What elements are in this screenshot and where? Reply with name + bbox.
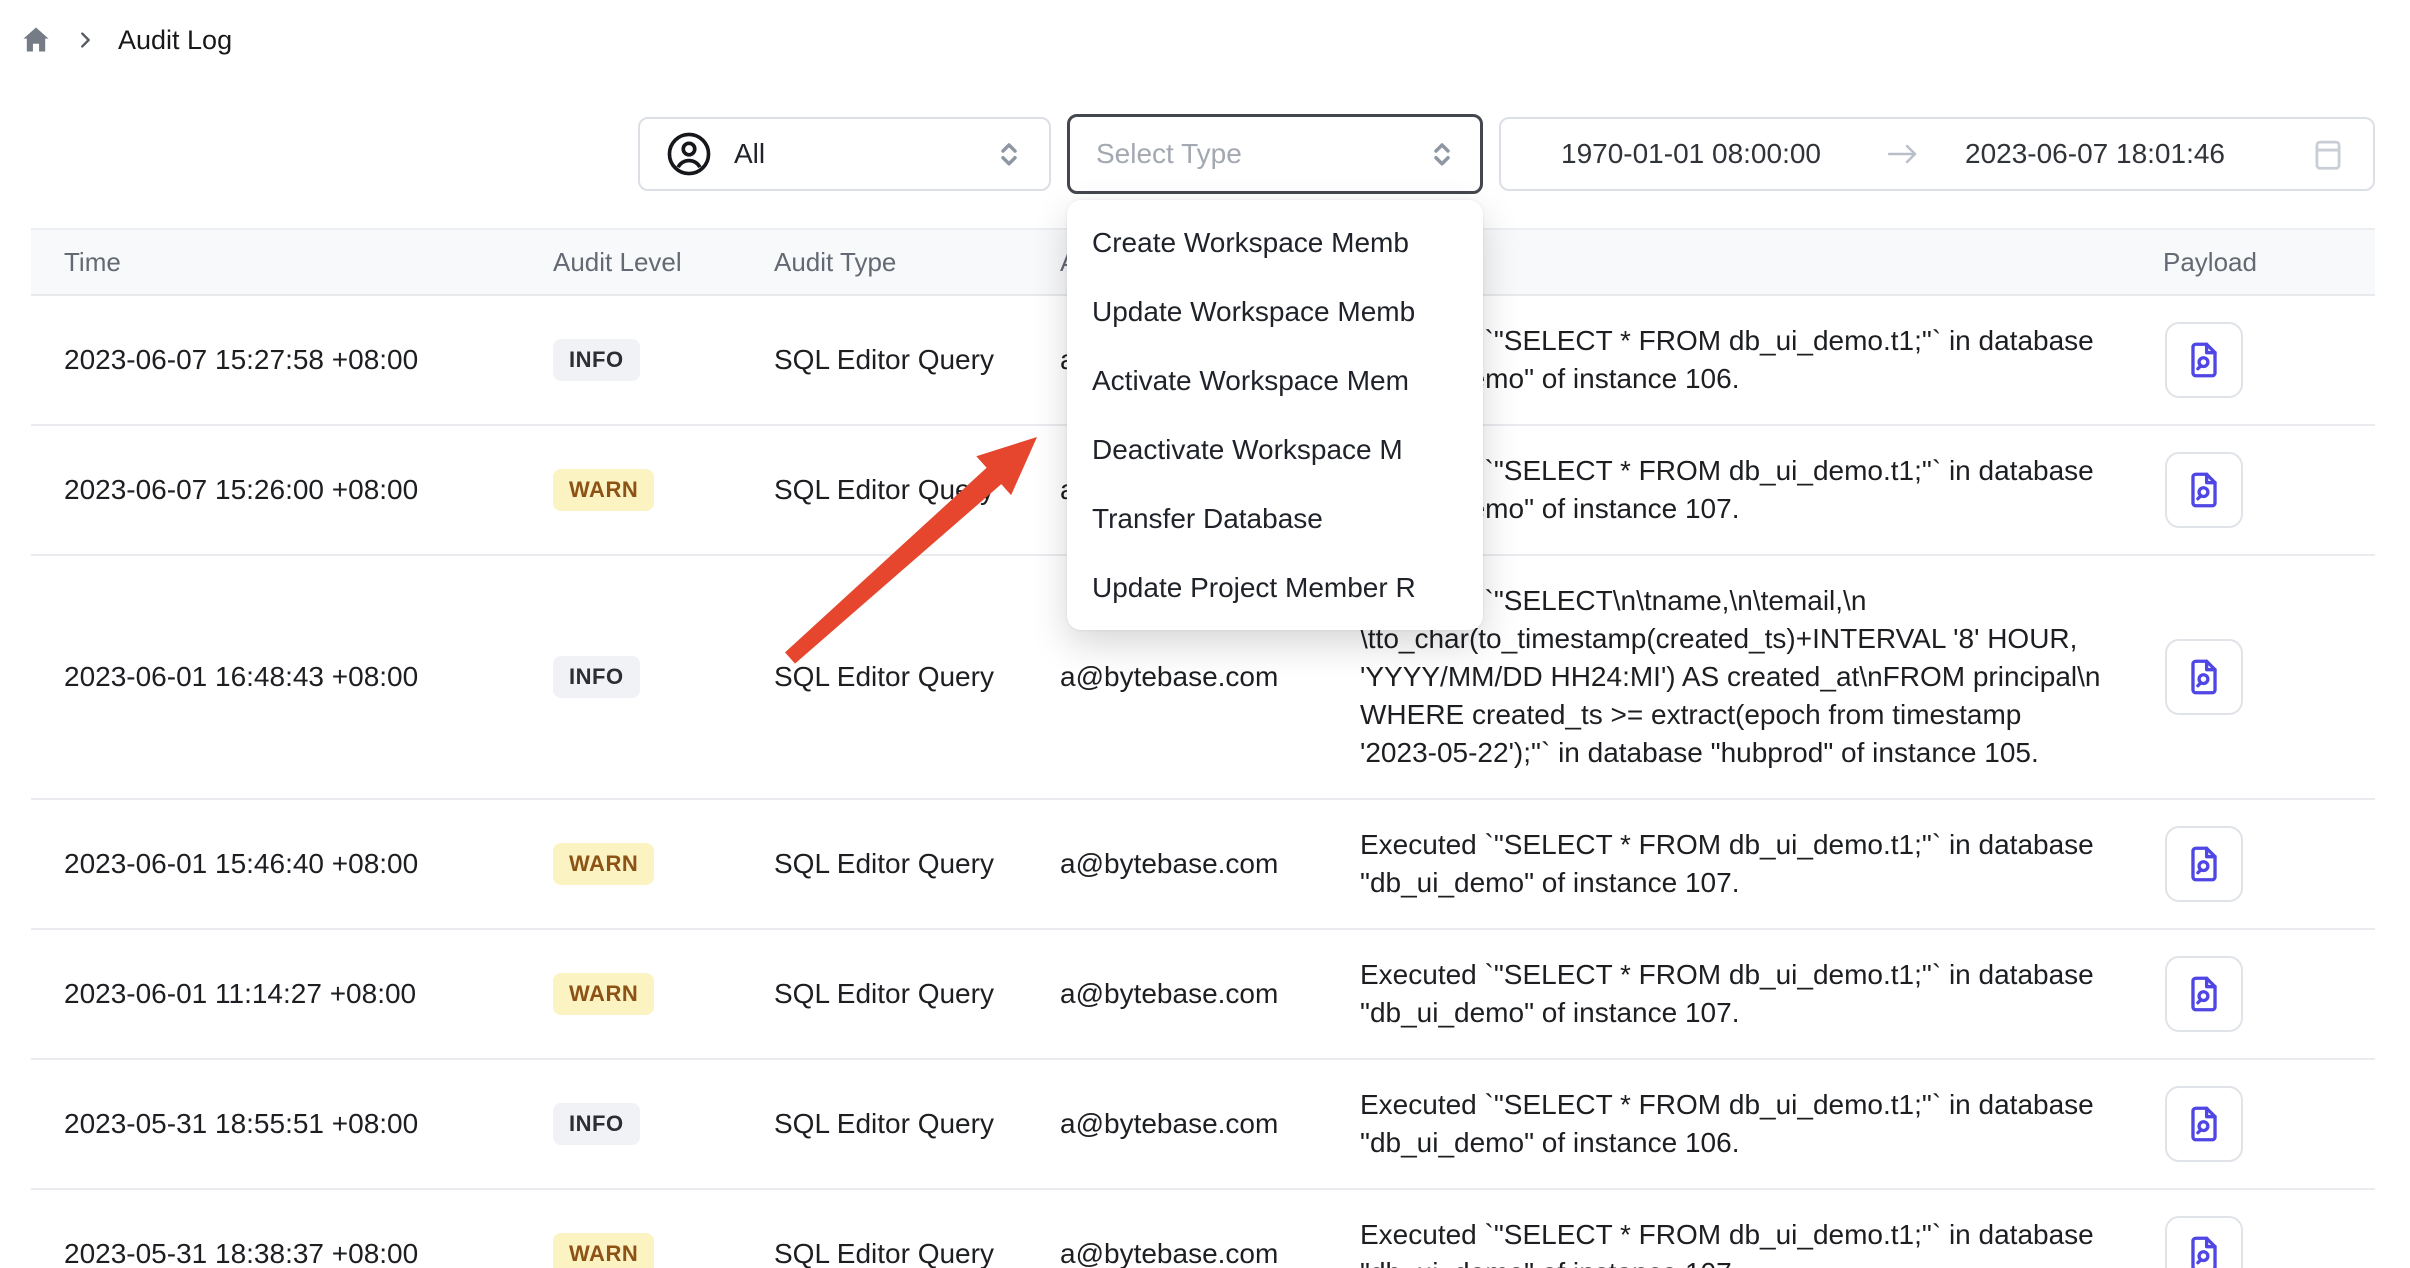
audit-actor: a@bytebase.com: [1060, 978, 1360, 1010]
audit-time: 2023-05-31 18:55:51 +08:00: [31, 1108, 553, 1140]
audit-comment: Executed `"SELECT * FROM db_ui_demo.t1;"…: [1360, 1060, 2115, 1188]
audit-level-badge: WARN: [553, 469, 654, 511]
audit-time: 2023-06-01 16:48:43 +08:00: [31, 661, 553, 693]
type-filter-select[interactable]: Select Type: [1067, 114, 1483, 194]
file-search-icon: [2183, 1103, 2225, 1145]
payload-view-button[interactable]: [2165, 452, 2243, 528]
audit-level-cell: INFO: [553, 1103, 774, 1145]
type-dropdown-item[interactable]: Update Workspace Memb: [1067, 277, 1483, 346]
audit-type: SQL Editor Query: [774, 1238, 1060, 1268]
audit-actor: a@bytebase.com: [1060, 661, 1360, 693]
audit-level-cell: INFO: [553, 656, 774, 698]
audit-level-badge: INFO: [553, 339, 640, 381]
audit-level-cell: WARN: [553, 469, 774, 511]
audit-type: SQL Editor Query: [774, 661, 1060, 693]
audit-actor: a@bytebase.com: [1060, 1238, 1360, 1268]
audit-actor: a@bytebase.com: [1060, 1108, 1360, 1140]
audit-time: 2023-06-01 11:14:27 +08:00: [31, 978, 553, 1010]
audit-type: SQL Editor Query: [774, 848, 1060, 880]
type-dropdown-menu: Create Workspace MembUpdate Workspace Me…: [1067, 200, 1483, 630]
type-dropdown-item[interactable]: Activate Workspace Mem: [1067, 346, 1483, 415]
person-circle-icon: [666, 131, 712, 177]
payload-cell: [2115, 322, 2375, 398]
date-range-start[interactable]: 1970-01-01 08:00:00: [1561, 138, 1821, 170]
payload-view-button[interactable]: [2165, 639, 2243, 715]
breadcrumb-chevron-icon: [74, 29, 96, 51]
type-dropdown-item[interactable]: Create Workspace Memb: [1067, 208, 1483, 277]
home-icon[interactable]: [20, 24, 52, 56]
payload-view-button[interactable]: [2165, 956, 2243, 1032]
audit-comment: Executed `"SELECT * FROM db_ui_demo.t1;"…: [1360, 800, 2115, 928]
audit-time: 2023-05-31 18:38:37 +08:00: [31, 1238, 553, 1268]
user-filter-select[interactable]: All: [638, 117, 1051, 191]
audit-type: SQL Editor Query: [774, 344, 1060, 376]
audit-level-cell: WARN: [553, 843, 774, 885]
audit-level-badge: WARN: [553, 843, 654, 885]
table-row: 2023-05-31 18:38:37 +08:00 WARN SQL Edit…: [31, 1190, 2375, 1268]
type-dropdown-item[interactable]: Update Project Member R: [1067, 553, 1483, 622]
audit-level-cell: INFO: [553, 339, 774, 381]
audit-level-cell: WARN: [553, 1233, 774, 1268]
audit-time: 2023-06-07 15:27:58 +08:00: [31, 344, 553, 376]
breadcrumb: Audit Log: [20, 24, 232, 56]
page-title: Audit Log: [118, 25, 232, 56]
audit-level-cell: WARN: [553, 973, 774, 1015]
payload-cell: [2115, 1086, 2375, 1162]
payload-view-button[interactable]: [2165, 1086, 2243, 1162]
audit-time: 2023-06-07 15:26:00 +08:00: [31, 474, 553, 506]
updown-chevrons-icon: [991, 136, 1027, 172]
audit-comment: Executed `"SELECT * FROM db_ui_demo.t1;"…: [1360, 930, 2115, 1058]
audit-actor: a@bytebase.com: [1060, 848, 1360, 880]
audit-type: SQL Editor Query: [774, 1108, 1060, 1140]
audit-level-badge: WARN: [553, 1233, 654, 1268]
date-range-end[interactable]: 2023-06-07 18:01:46: [1965, 138, 2225, 170]
payload-cell: [2115, 639, 2375, 715]
payload-cell: [2115, 826, 2375, 902]
column-header-audit-level: Audit Level: [553, 247, 774, 278]
audit-type: SQL Editor Query: [774, 474, 1060, 506]
type-filter-placeholder: Select Type: [1096, 138, 1242, 170]
updown-chevrons-icon: [1424, 136, 1460, 172]
range-arrow-icon: [1885, 141, 1921, 167]
audit-time: 2023-06-01 15:46:40 +08:00: [31, 848, 553, 880]
type-dropdown-item[interactable]: Deactivate Workspace M: [1067, 415, 1483, 484]
audit-level-badge: WARN: [553, 973, 654, 1015]
table-row: 2023-06-01 11:14:27 +08:00 WARN SQL Edit…: [31, 930, 2375, 1060]
file-search-icon: [2183, 656, 2225, 698]
audit-log-page: Audit Log All Select Type 1970-01-01 08:…: [0, 0, 2410, 1268]
payload-view-button[interactable]: [2165, 322, 2243, 398]
file-search-icon: [2183, 843, 2225, 885]
audit-type: SQL Editor Query: [774, 978, 1060, 1010]
calendar-icon: [2309, 135, 2347, 173]
file-search-icon: [2183, 973, 2225, 1015]
audit-level-badge: INFO: [553, 656, 640, 698]
file-search-icon: [2183, 339, 2225, 381]
column-header-time: Time: [31, 247, 553, 278]
date-range-picker[interactable]: 1970-01-01 08:00:00 2023-06-07 18:01:46: [1499, 117, 2375, 191]
column-header-payload: Payload: [2115, 247, 2375, 278]
file-search-icon: [2183, 469, 2225, 511]
audit-level-badge: INFO: [553, 1103, 640, 1145]
audit-comment: Executed `"SELECT * FROM db_ui_demo.t1;"…: [1360, 1190, 2115, 1268]
file-search-icon: [2183, 1233, 2225, 1268]
payload-view-button[interactable]: [2165, 1216, 2243, 1268]
payload-view-button[interactable]: [2165, 826, 2243, 902]
type-dropdown-item[interactable]: Transfer Database: [1067, 484, 1483, 553]
table-row: 2023-05-31 18:55:51 +08:00 INFO SQL Edit…: [31, 1060, 2375, 1190]
column-header-audit-type: Audit Type: [774, 247, 1060, 278]
payload-cell: [2115, 1216, 2375, 1268]
payload-cell: [2115, 452, 2375, 528]
table-row: 2023-06-01 15:46:40 +08:00 WARN SQL Edit…: [31, 800, 2375, 930]
payload-cell: [2115, 956, 2375, 1032]
user-filter-value: All: [734, 138, 765, 170]
